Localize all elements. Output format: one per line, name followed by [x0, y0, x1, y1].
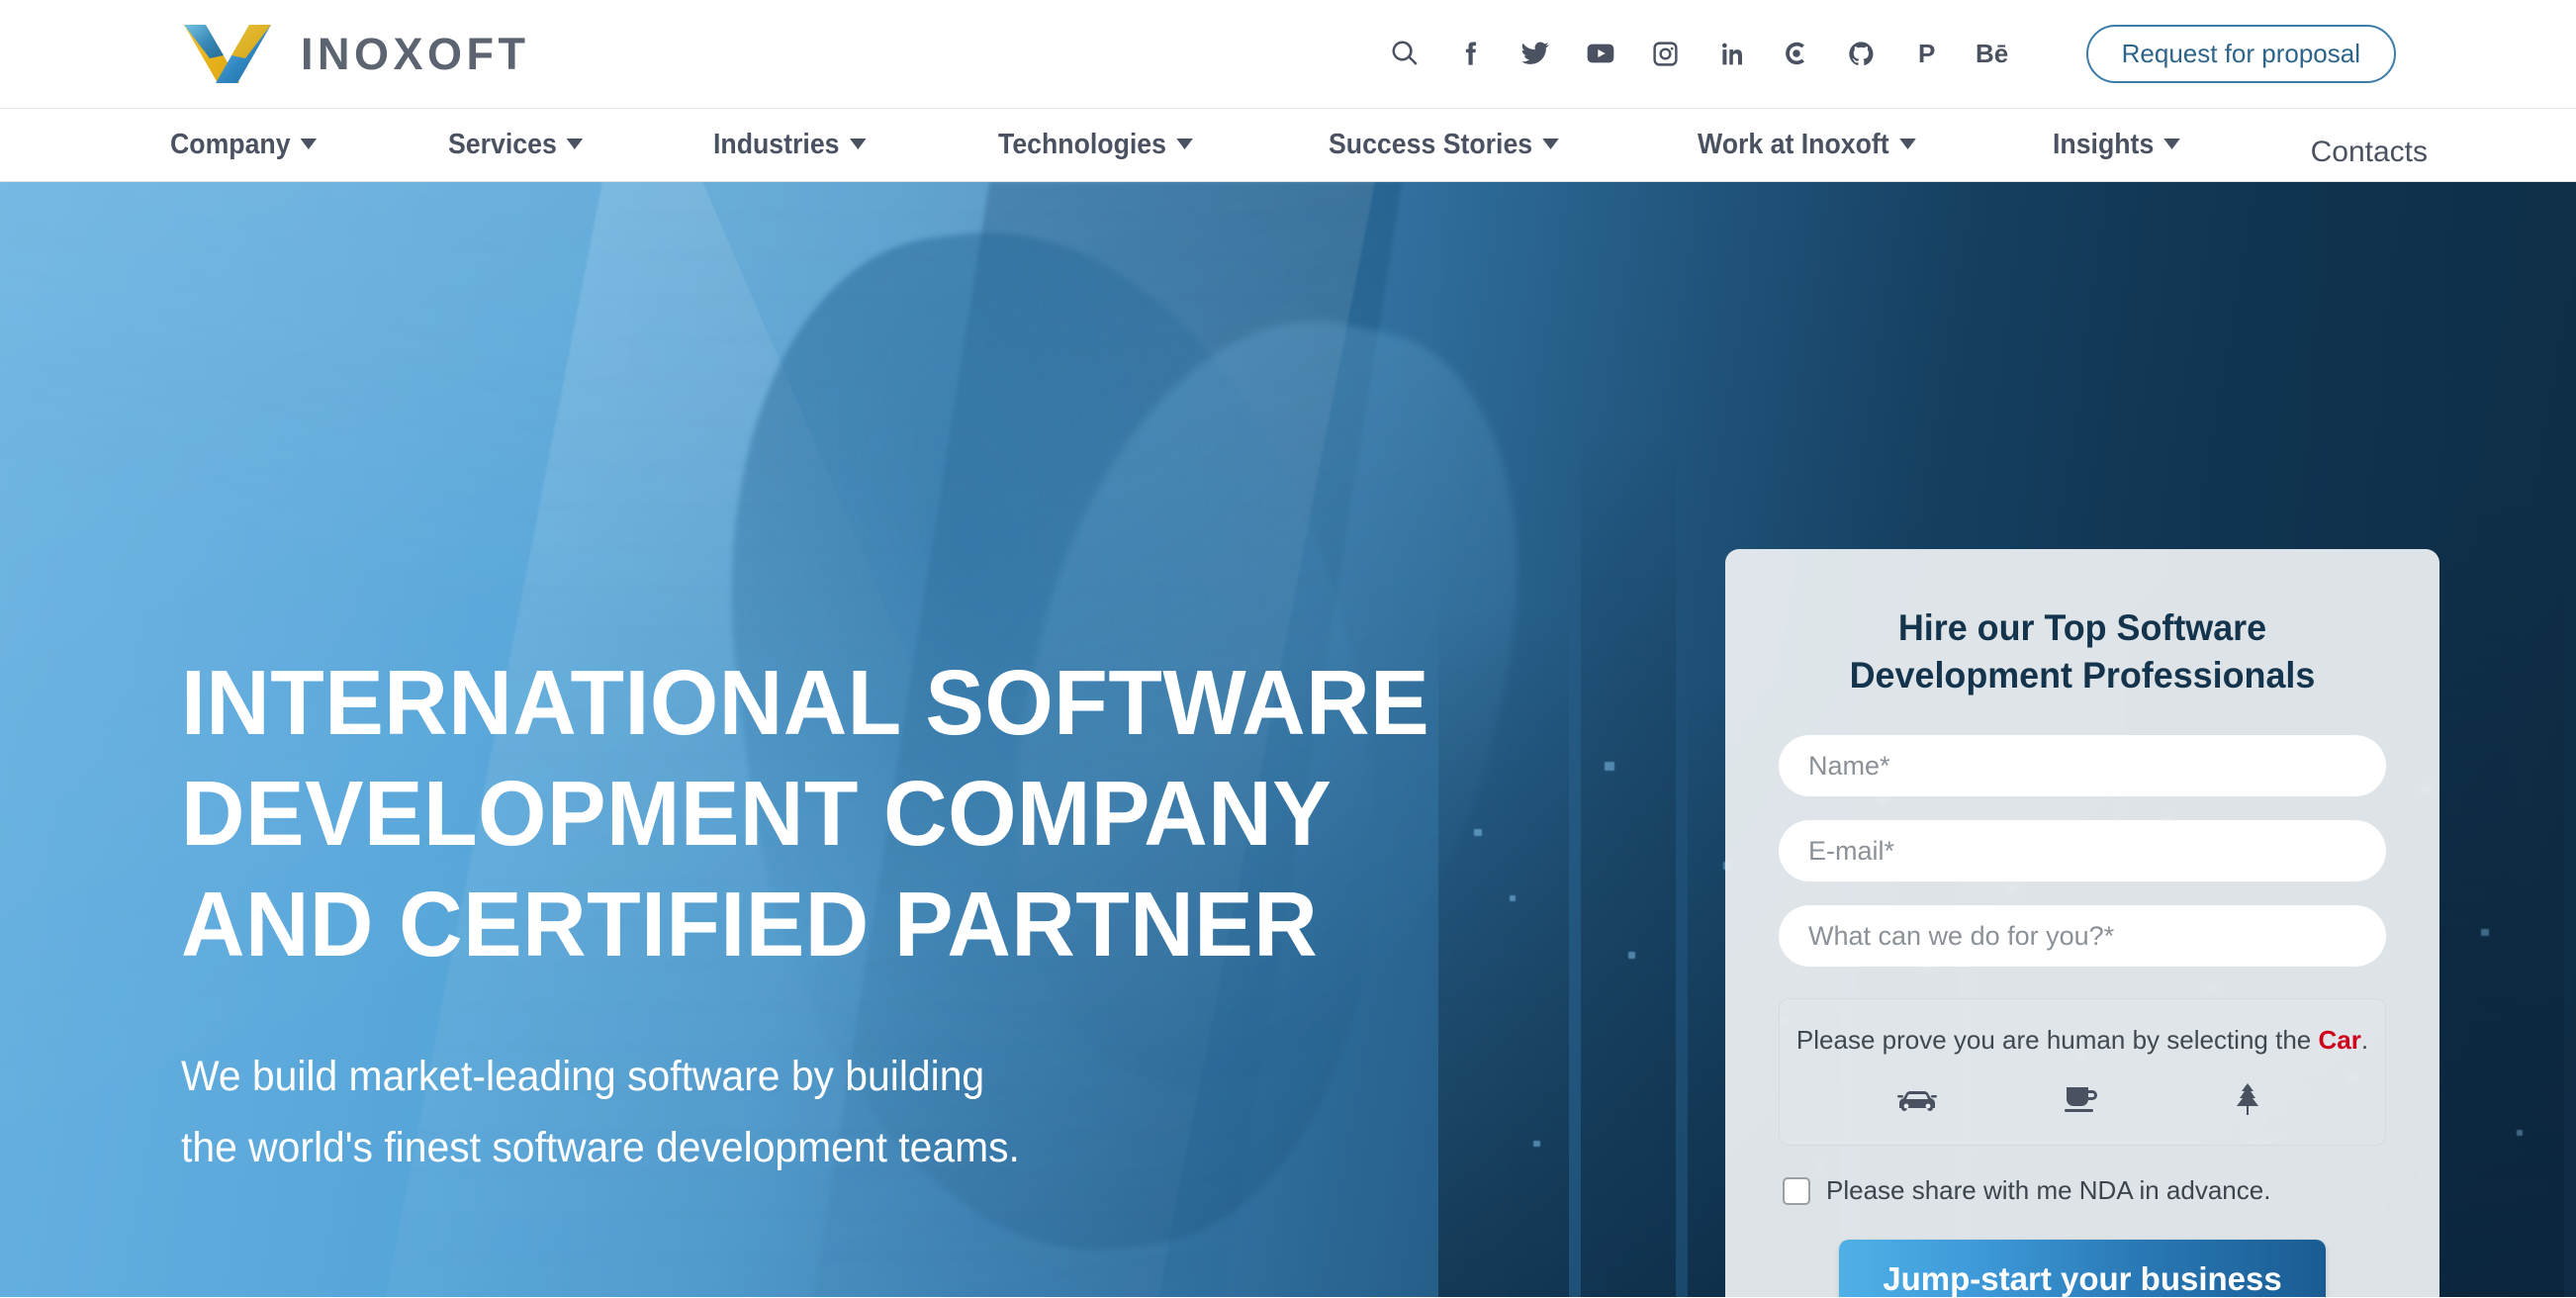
- nav-item-technologies[interactable]: Technologies: [998, 129, 1193, 161]
- nav-label: Industries: [713, 129, 840, 160]
- contact-form-card: Hire our Top Software Development Profes…: [1725, 549, 2439, 1297]
- name-input[interactable]: [1779, 735, 2386, 796]
- nav-item-services[interactable]: Services: [448, 129, 584, 161]
- nda-label: Please share with me NDA in advance.: [1826, 1175, 2271, 1206]
- nav-label: Work at Inoxoft: [1697, 129, 1889, 160]
- producthunt-icon[interactable]: P: [1894, 28, 1960, 79]
- github-icon[interactable]: [1829, 28, 1894, 79]
- hero-copy: INTERNATIONAL SOFTWARE DEVELOPMENT COMPA…: [181, 647, 1615, 1183]
- chevron-down-icon: [567, 139, 584, 149]
- chevron-down-icon: [850, 139, 867, 149]
- nav-item-company[interactable]: Company: [170, 129, 318, 161]
- nav-label: Company: [170, 129, 291, 160]
- captcha-prompt: Please prove you are human by selecting …: [1790, 1025, 2375, 1056]
- hero-subtitle: We build market-leading software by buil…: [181, 1041, 1544, 1183]
- search-icon[interactable]: [1372, 28, 1437, 79]
- behance-glyph: Bē: [1976, 39, 2009, 69]
- twitter-icon[interactable]: [1503, 28, 1568, 79]
- submit-button[interactable]: Jump-start your business: [1839, 1240, 2326, 1297]
- chevron-down-icon: [2163, 139, 2181, 149]
- captcha-block: Please prove you are human by selecting …: [1779, 998, 2386, 1147]
- top-bar-right: P Bē Request for proposal: [1372, 24, 2396, 84]
- page-title: INTERNATIONAL SOFTWARE DEVELOPMENT COMPA…: [181, 647, 1558, 979]
- social-icon-row: P Bē: [1372, 28, 2025, 79]
- logo-link[interactable]: INOXOFT: [180, 22, 530, 87]
- chevron-down-icon: [1542, 139, 1559, 149]
- pine-tree-icon[interactable]: [2218, 1077, 2277, 1121]
- nda-checkbox[interactable]: [1783, 1176, 1810, 1205]
- heading-line-2: DEVELOPMENT COMPANY: [181, 762, 1333, 865]
- top-bar: INOXOFT P Bē Request for proposal: [0, 0, 2576, 109]
- subtitle-line-1: We build market-leading software by buil…: [181, 1053, 985, 1100]
- chevron-down-icon: [1898, 139, 1916, 149]
- nav-label: Success Stories: [1328, 129, 1532, 160]
- captcha-prompt-prefix: Please prove you are human by selecting …: [1795, 1025, 2319, 1055]
- message-input[interactable]: [1779, 905, 2386, 967]
- main-navigation: Company Services Industries Technologies…: [0, 109, 2576, 182]
- nav-item-work-at-inoxoft[interactable]: Work at Inoxoft: [1697, 129, 1916, 161]
- producthunt-glyph: P: [1917, 39, 1936, 69]
- chevron-down-icon: [300, 139, 318, 149]
- linkedin-icon[interactable]: [1699, 28, 1764, 79]
- nav-label: Services: [448, 129, 557, 160]
- subtitle-line-2: the world's finest software development …: [181, 1124, 1020, 1171]
- request-for-proposal-button[interactable]: Request for proposal: [2085, 24, 2396, 84]
- nav-item-industries[interactable]: Industries: [713, 129, 867, 161]
- hero-section: INTERNATIONAL SOFTWARE DEVELOPMENT COMPA…: [0, 182, 2576, 1297]
- logo-wordmark: INOXOFT: [301, 28, 530, 79]
- nav-label: Insights: [2053, 129, 2155, 160]
- captcha-target-word: Car: [2318, 1025, 2361, 1055]
- inoxoft-x-logo-icon: [180, 22, 275, 87]
- nav-item-insights[interactable]: Insights: [2053, 129, 2181, 161]
- captcha-options: [1790, 1077, 2375, 1121]
- captcha-prompt-suffix: .: [2360, 1025, 2369, 1055]
- facebook-icon[interactable]: [1437, 28, 1503, 79]
- nav-item-success-stories[interactable]: Success Stories: [1329, 129, 1559, 161]
- coffee-cup-icon[interactable]: [2053, 1077, 2112, 1121]
- chevron-down-icon: [1176, 139, 1193, 149]
- form-title: Hire our Top Software Development Profes…: [1849, 607, 2316, 695]
- behance-icon[interactable]: Bē: [1960, 28, 2025, 79]
- instagram-icon[interactable]: [1633, 28, 1699, 79]
- youtube-icon[interactable]: [1568, 28, 1633, 79]
- heading-line-1: INTERNATIONAL SOFTWARE: [181, 651, 1430, 754]
- email-input[interactable]: [1779, 820, 2386, 881]
- nav-item-contacts[interactable]: Contacts: [2311, 136, 2428, 169]
- car-icon[interactable]: [1887, 1077, 1947, 1121]
- nda-row: Please share with me NDA in advance.: [1779, 1175, 2386, 1206]
- clutch-icon[interactable]: [1764, 28, 1829, 79]
- heading-line-3: AND CERTIFIED PARTNER: [181, 873, 1319, 975]
- nav-label: Technologies: [998, 129, 1167, 160]
